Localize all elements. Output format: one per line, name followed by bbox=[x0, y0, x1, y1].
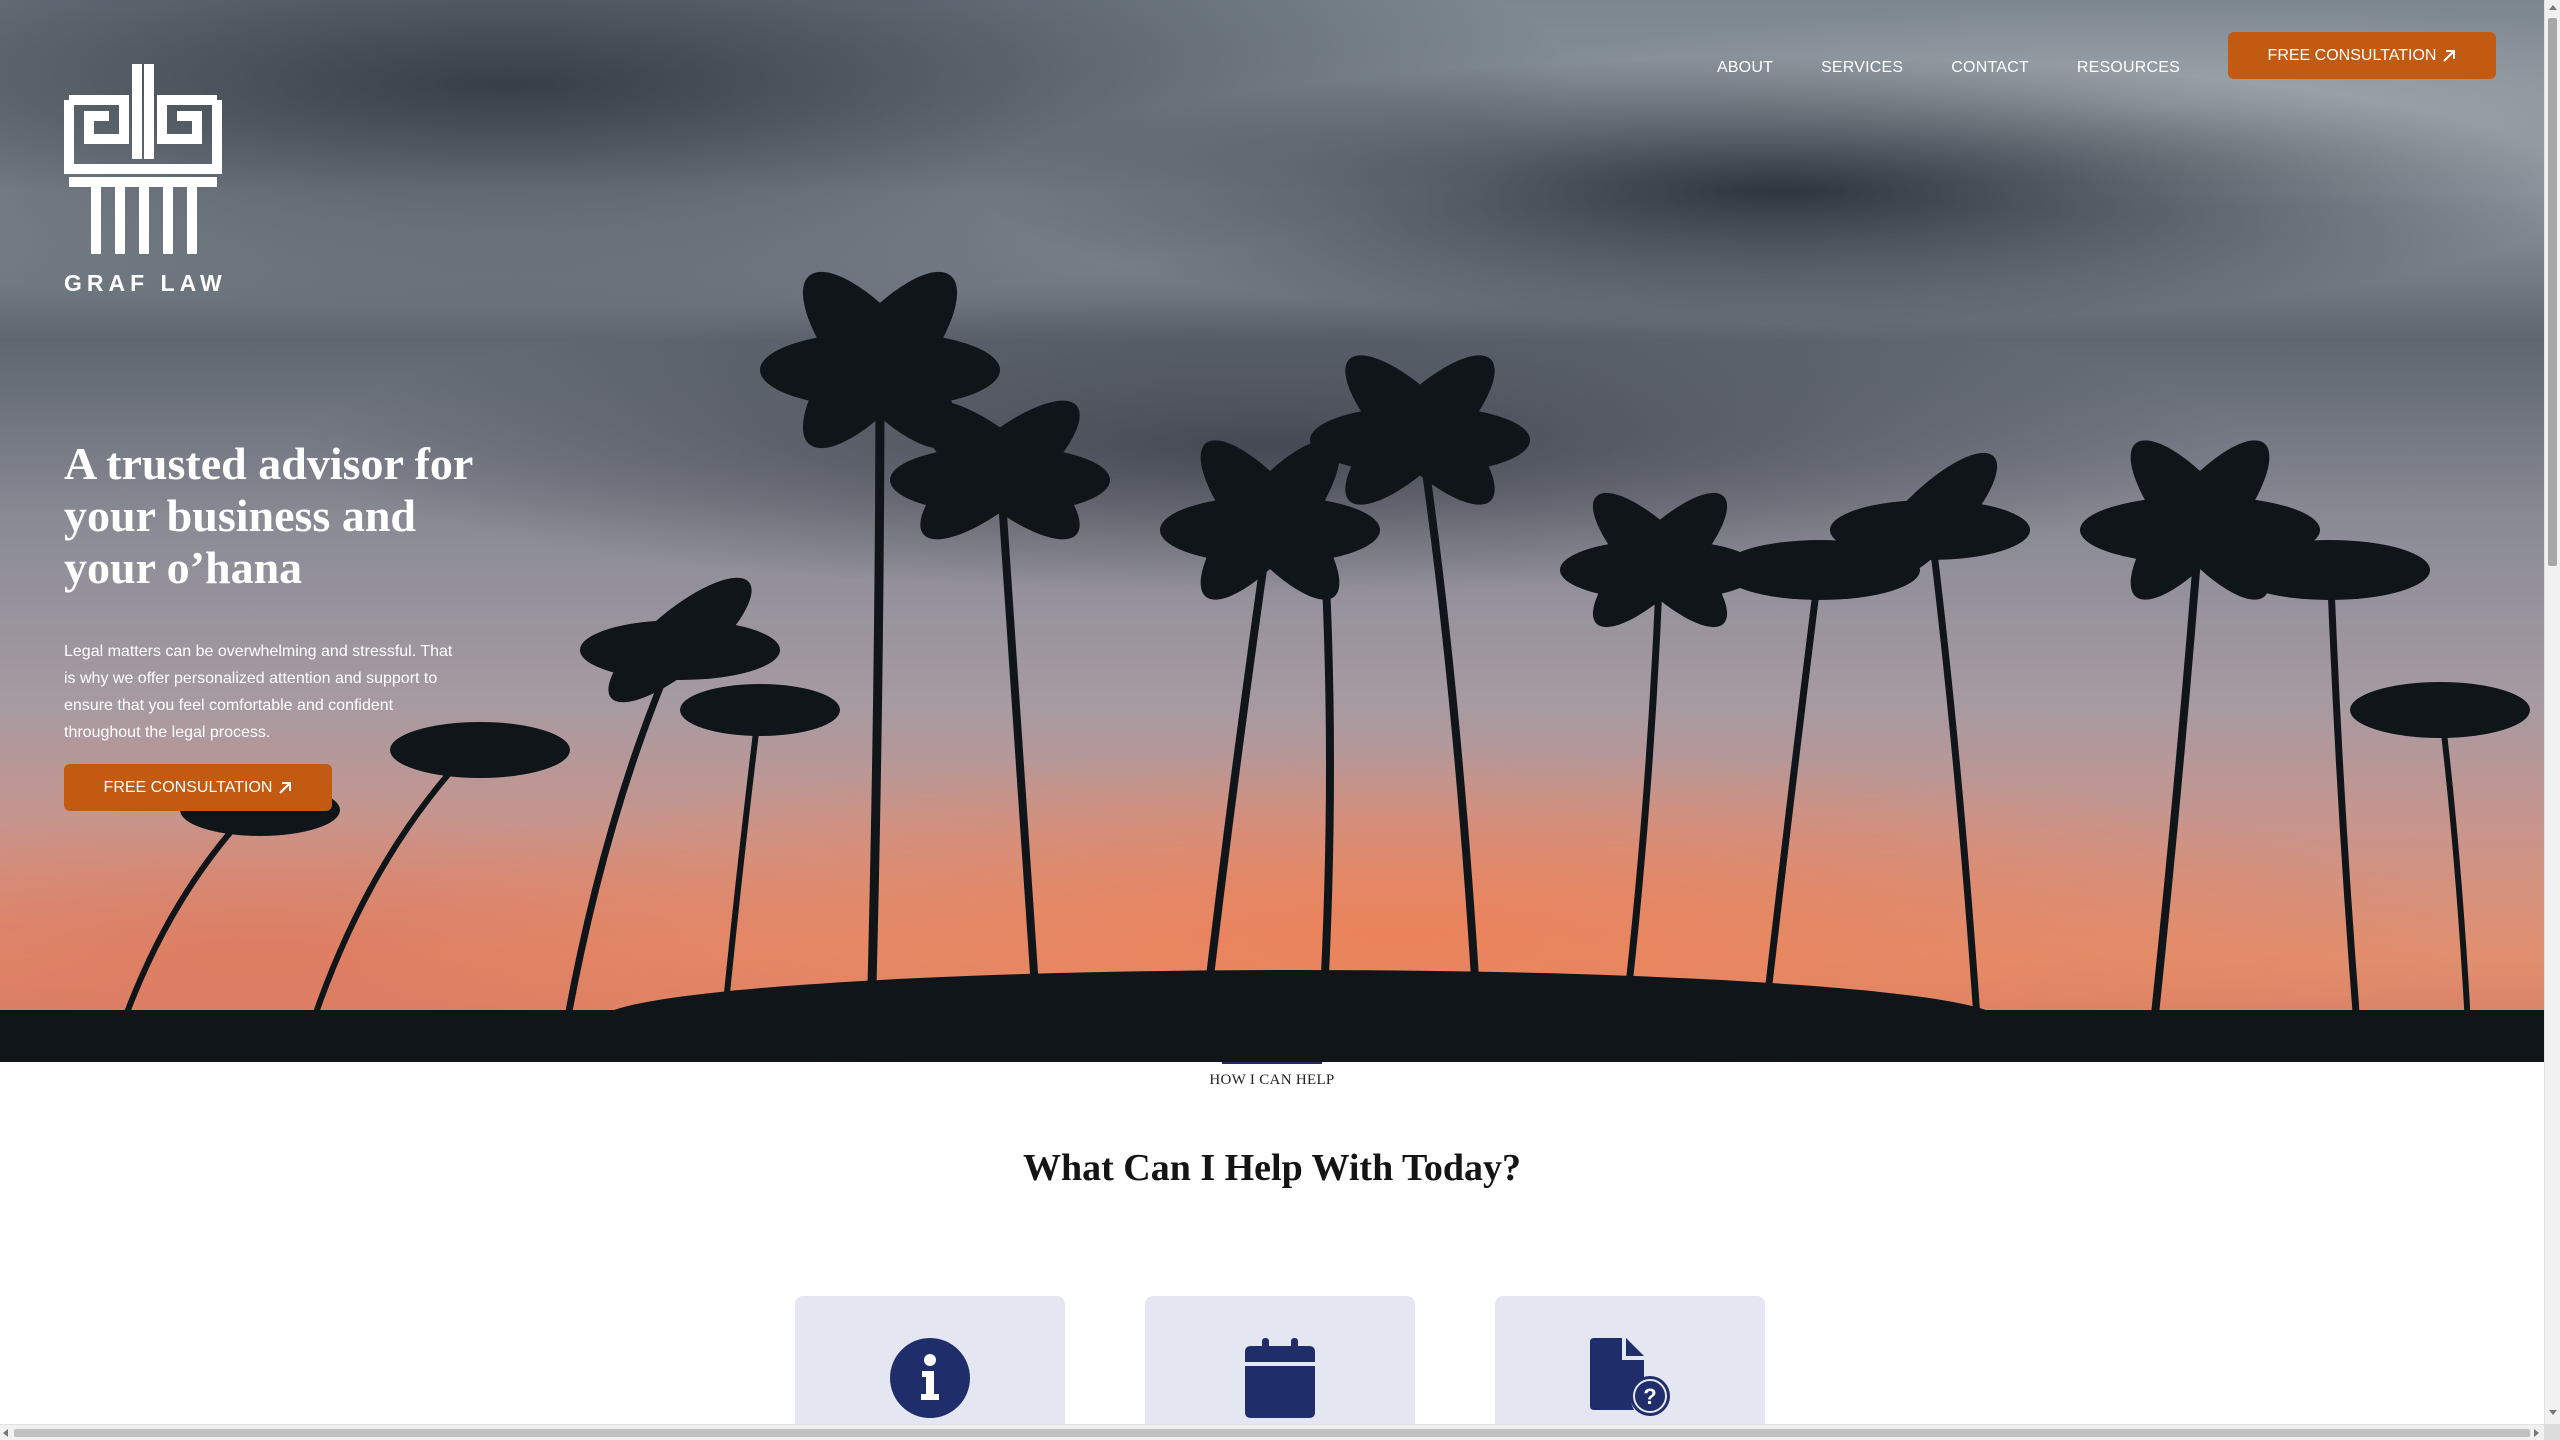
nav-contact[interactable]: CONTACT bbox=[1951, 35, 2029, 77]
nav-resources[interactable]: RESOURCES bbox=[2077, 35, 2180, 77]
scroll-right-arrow-icon[interactable] bbox=[2534, 1429, 2539, 1437]
document-question-icon: ? bbox=[1590, 1338, 1670, 1416]
scroll-up-arrow-icon[interactable] bbox=[2549, 5, 2557, 10]
arrow-up-right-icon bbox=[2443, 49, 2456, 62]
brand-name: GRAF LAW bbox=[64, 270, 227, 296]
graf-law-logo[interactable]: GRAF LAW bbox=[64, 64, 222, 297]
scrollbar-corner bbox=[2544, 1424, 2560, 1440]
logo-mark-icon bbox=[64, 64, 222, 254]
help-card-document[interactable]: ? bbox=[1495, 1296, 1765, 1440]
help-card-calendar[interactable] bbox=[1145, 1296, 1415, 1440]
calendar-icon bbox=[1245, 1338, 1315, 1418]
nav-services[interactable]: SERVICES bbox=[1821, 35, 1903, 77]
nav-free-consultation-button[interactable]: FREE CONSULTATION bbox=[2228, 32, 2496, 79]
nav-cta-label: FREE CONSULTATION bbox=[2267, 46, 2437, 64]
hero-title: A trusted advisor for your business and … bbox=[64, 438, 473, 593]
horizontal-scrollbar[interactable] bbox=[0, 1424, 2544, 1440]
eyebrow-divider bbox=[1222, 1062, 1322, 1064]
hero-free-consultation-button[interactable]: FREE CONSULTATION bbox=[64, 764, 332, 811]
scroll-left-arrow-icon[interactable] bbox=[3, 1429, 8, 1437]
section-eyebrow: HOW I CAN HELP bbox=[1209, 1072, 1335, 1088]
svg-text:?: ? bbox=[1643, 1384, 1656, 1409]
nav-about[interactable]: ABOUT bbox=[1717, 35, 1773, 77]
section-title: What Can I Help With Today? bbox=[1022, 1147, 1522, 1189]
hero-cta-label: FREE CONSULTATION bbox=[103, 778, 273, 796]
vertical-scroll-thumb[interactable] bbox=[2548, 18, 2557, 566]
horizontal-scroll-thumb[interactable] bbox=[14, 1429, 2530, 1437]
vertical-scrollbar[interactable] bbox=[2544, 0, 2560, 1440]
info-icon bbox=[890, 1338, 970, 1418]
hero-section: GRAF LAW ABOUT SERVICES CONTACT RESOURCE… bbox=[0, 0, 2544, 1062]
hero-body: Legal matters can be overwhelming and st… bbox=[64, 643, 453, 741]
main-nav: ABOUT SERVICES CONTACT RESOURCES FREE CO… bbox=[1717, 32, 2496, 79]
arrow-up-right-icon bbox=[279, 781, 292, 794]
help-card-info[interactable] bbox=[795, 1296, 1065, 1440]
scroll-down-arrow-icon[interactable] bbox=[2549, 1410, 2557, 1415]
